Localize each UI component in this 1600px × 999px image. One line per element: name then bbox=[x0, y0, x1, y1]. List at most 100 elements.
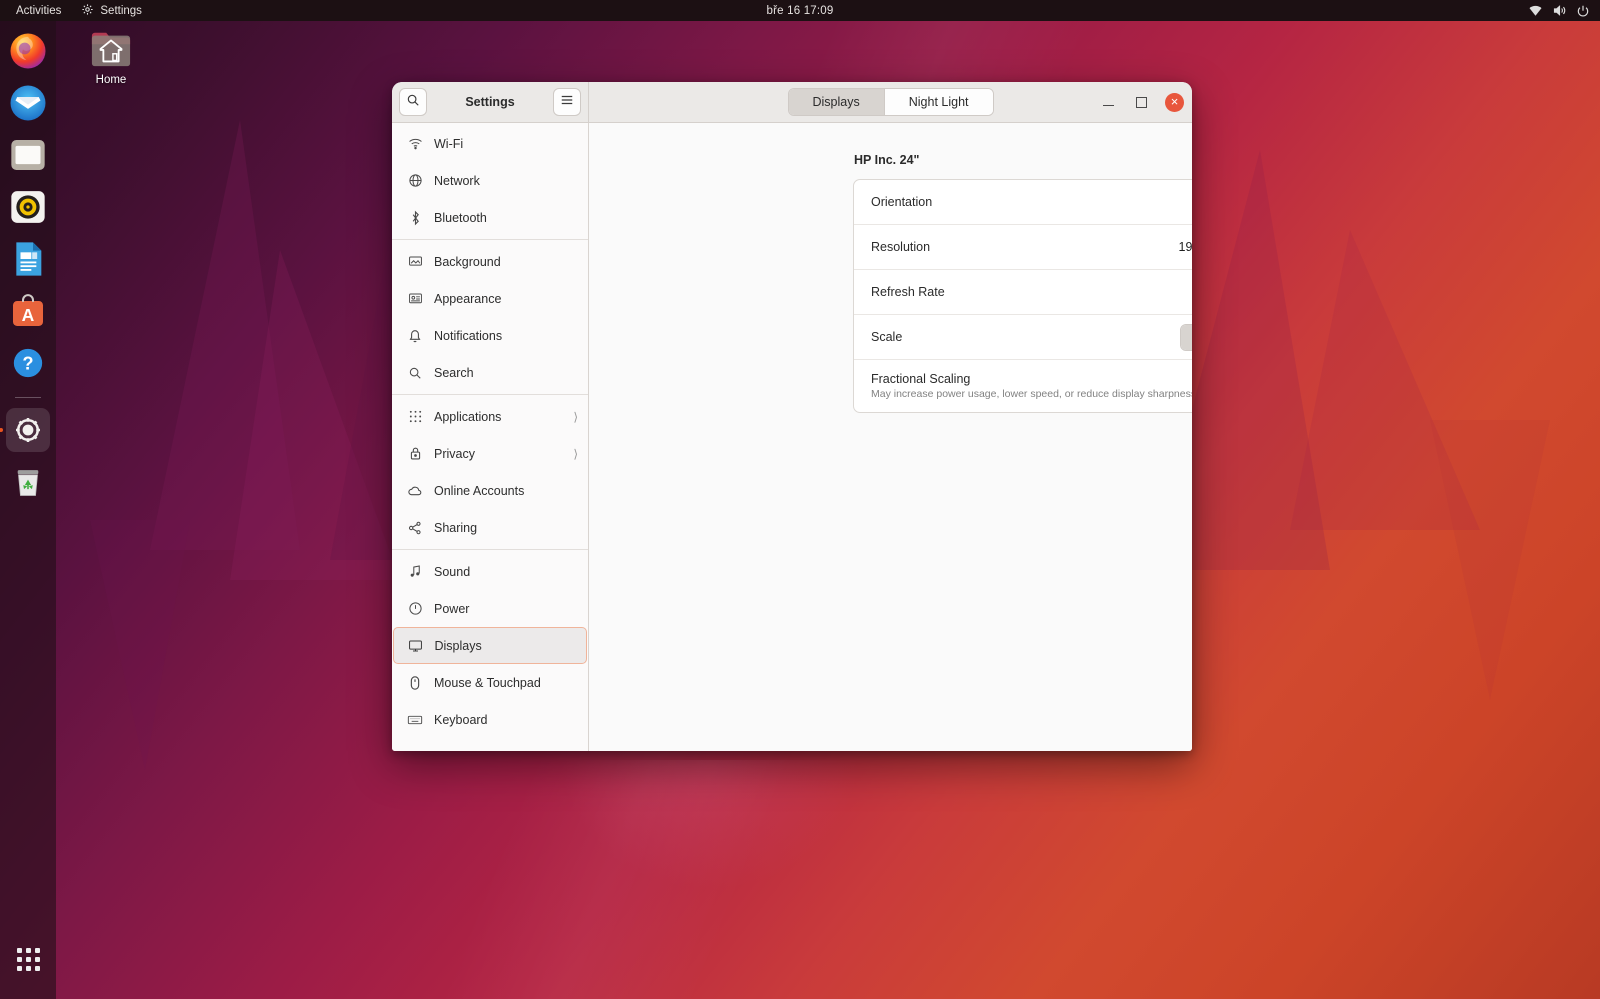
search-button[interactable] bbox=[399, 88, 427, 116]
search-icon bbox=[407, 366, 423, 380]
hamburger-menu-icon bbox=[560, 93, 574, 111]
sidebar-item-sharing[interactable]: Sharing bbox=[392, 509, 588, 546]
scale-option-group: 100 % 200 % bbox=[1179, 323, 1192, 351]
desktop-icon-label: Home bbox=[95, 74, 127, 86]
sidebar-item-power[interactable]: Power bbox=[392, 590, 588, 627]
background-icon bbox=[407, 255, 423, 269]
rhythmbox-icon bbox=[11, 191, 45, 223]
wifi-icon bbox=[1528, 4, 1543, 17]
sidebar-item-wifi[interactable]: Wi-Fi bbox=[392, 125, 588, 162]
system-status-area[interactable] bbox=[1528, 4, 1590, 18]
sidebar-item-printers[interactable]: Printers bbox=[392, 738, 588, 751]
tab-displays[interactable]: Displays bbox=[788, 89, 884, 115]
sidebar-item-label: Notifications bbox=[434, 328, 503, 343]
main-menu-button[interactable] bbox=[553, 88, 581, 116]
sidebar-item-bluetooth[interactable]: Bluetooth bbox=[392, 199, 588, 236]
sidebar-item-label: Network bbox=[434, 173, 480, 188]
display-settings-card: Orientation Landscape ▾ Resolution 1920 … bbox=[853, 179, 1192, 413]
sidebar-item-displays[interactable]: Displays bbox=[393, 627, 587, 664]
sidebar-item-label: Search bbox=[434, 365, 474, 380]
activities-button[interactable]: Activities bbox=[6, 0, 71, 21]
row-refresh-rate: Refresh Rate 59.95 Hz ▾ bbox=[854, 270, 1192, 315]
apps-grid-icon bbox=[407, 410, 423, 423]
fractional-scaling-text: Fractional Scaling May increase power us… bbox=[871, 372, 1192, 400]
resolution-value: 1920 × 1200 (16:10) bbox=[1178, 240, 1192, 254]
fractional-scaling-label: Fractional Scaling bbox=[871, 372, 971, 386]
fractional-scaling-description: May increase power usage, lower speed, o… bbox=[871, 388, 1192, 400]
sidebar-item-background[interactable]: Background bbox=[392, 243, 588, 280]
app-menu-label: Settings bbox=[100, 4, 142, 17]
close-button[interactable]: × bbox=[1165, 92, 1184, 112]
lock-icon bbox=[407, 446, 423, 461]
dock-item-trash[interactable] bbox=[6, 460, 50, 504]
app-menu-button[interactable]: Settings bbox=[71, 0, 152, 21]
sidebar-item-label: Appearance bbox=[434, 291, 502, 306]
sidebar-item-keyboard[interactable]: Keyboard bbox=[392, 701, 588, 738]
sidebar-item-label: Wi-Fi bbox=[434, 136, 464, 151]
sidebar-separator bbox=[392, 394, 588, 395]
network-icon bbox=[407, 173, 423, 188]
sidebar-item-label: Online Accounts bbox=[434, 483, 525, 498]
settings-window: Settings Displays Night Light × Wi-Fi Ne… bbox=[392, 82, 1192, 751]
dock-item-help[interactable]: ? bbox=[6, 341, 50, 385]
svg-text:A: A bbox=[22, 305, 35, 325]
wifi-icon bbox=[407, 137, 423, 150]
bell-icon bbox=[407, 328, 423, 343]
files-icon bbox=[11, 140, 45, 170]
dock-item-libreoffice-writer[interactable] bbox=[6, 237, 50, 281]
sidebar-item-notifications[interactable]: Notifications bbox=[392, 317, 588, 354]
sidebar-item-privacy[interactable]: Privacy ⟩ bbox=[392, 435, 588, 472]
window-title: Settings bbox=[465, 95, 515, 109]
titlebar-main-section: Displays Night Light × bbox=[589, 82, 1192, 123]
search-icon bbox=[406, 93, 420, 112]
dock-item-ubuntu-software[interactable]: A bbox=[6, 289, 50, 333]
dock-item-thunderbird[interactable] bbox=[6, 81, 50, 125]
window-titlebar: Settings Displays Night Light × bbox=[392, 82, 1192, 123]
sidebar-item-label: Mouse & Touchpad bbox=[434, 675, 541, 690]
tab-night-light[interactable]: Night Light bbox=[883, 89, 993, 115]
gnome-top-bar: Activities Settings bře 16 17:09 bbox=[0, 0, 1600, 21]
sidebar-item-label: Sharing bbox=[434, 520, 478, 535]
chevron-right-icon: ⟩ bbox=[573, 446, 578, 461]
desktop-icon-home[interactable]: Home bbox=[72, 28, 150, 86]
sidebar-item-label: Privacy bbox=[434, 446, 475, 461]
ubuntu-dock: A ? bbox=[0, 21, 56, 999]
row-resolution: Resolution 1920 × 1200 (16:10) ▾ bbox=[854, 225, 1192, 270]
resolution-dropdown[interactable]: 1920 × 1200 (16:10) ▾ bbox=[1179, 240, 1192, 254]
power-icon bbox=[1576, 4, 1590, 18]
sidebar-item-label: Applications bbox=[434, 409, 502, 424]
appearance-icon bbox=[407, 292, 423, 306]
volume-icon bbox=[1552, 4, 1567, 17]
minimize-button[interactable] bbox=[1099, 93, 1118, 112]
bluetooth-icon bbox=[407, 210, 423, 226]
settings-gear-icon bbox=[16, 418, 40, 442]
sidebar-item-online-accounts[interactable]: Online Accounts bbox=[392, 472, 588, 509]
monitor-title: HP Inc. 24" bbox=[854, 153, 920, 167]
ubuntu-software-icon: A bbox=[13, 294, 43, 326]
show-applications-button[interactable] bbox=[6, 937, 50, 981]
sidebar-item-label: Sound bbox=[434, 564, 471, 579]
home-folder-icon bbox=[91, 32, 131, 67]
sidebar-item-network[interactable]: Network bbox=[392, 162, 588, 199]
sidebar-separator bbox=[392, 549, 588, 550]
sidebar-item-appearance[interactable]: Appearance bbox=[392, 280, 588, 317]
sidebar-item-applications[interactable]: Applications ⟩ bbox=[392, 398, 588, 435]
row-scale: Scale 100 % 200 % bbox=[854, 315, 1192, 360]
firefox-icon bbox=[10, 33, 46, 69]
orientation-label: Orientation bbox=[871, 195, 933, 209]
scale-option-100[interactable]: 100 % bbox=[1180, 324, 1192, 350]
activities-label: Activities bbox=[16, 4, 62, 17]
sidebar-item-label: Displays bbox=[434, 638, 482, 653]
dock-item-settings[interactable] bbox=[6, 408, 50, 452]
sidebar-item-sound[interactable]: Sound bbox=[392, 553, 588, 590]
dock-item-rhythmbox[interactable] bbox=[6, 185, 50, 229]
row-orientation: Orientation Landscape ▾ bbox=[854, 180, 1192, 225]
settings-sidebar: Wi-Fi Network Bluetooth Background Appea… bbox=[392, 123, 589, 751]
sidebar-item-search[interactable]: Search bbox=[392, 354, 588, 391]
clock[interactable]: bře 16 17:09 bbox=[0, 5, 1600, 17]
sidebar-item-mouse-touchpad[interactable]: Mouse & Touchpad bbox=[392, 664, 588, 701]
maximize-button[interactable] bbox=[1132, 93, 1151, 112]
dock-item-files[interactable] bbox=[6, 133, 50, 177]
dock-item-firefox[interactable] bbox=[6, 29, 50, 73]
sidebar-item-label: Keyboard bbox=[434, 712, 488, 727]
